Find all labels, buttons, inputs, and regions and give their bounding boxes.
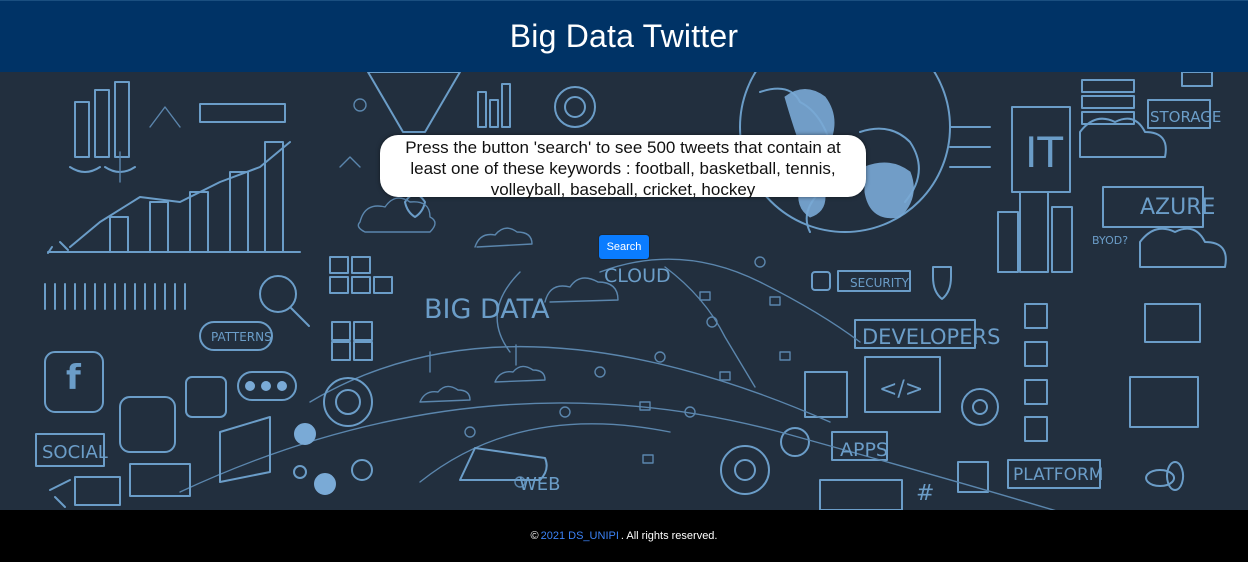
- storage-label: STORAGE: [1150, 108, 1221, 126]
- big-data-label: BIG DATA: [424, 294, 550, 325]
- developers-label: DEVELOPERS: [862, 325, 1000, 349]
- social-label: SOCIAL: [42, 442, 108, 463]
- patterns-label: PATTERNS: [211, 330, 272, 344]
- page-title: Big Data Twitter: [509, 18, 739, 54]
- footer-link-ds-unipi[interactable]: 2021 DS_UNIPI: [541, 530, 619, 542]
- byod-label: BYOD?: [1092, 234, 1128, 247]
- platform-label: PLATFORM: [1013, 465, 1103, 485]
- copyright-symbol: ©: [530, 530, 539, 542]
- footer-rights-text: . All rights reserved.: [620, 530, 718, 542]
- facebook-icon: f: [66, 358, 82, 398]
- instructions-bubble: Press the button 'search' to see 500 twe…: [380, 135, 866, 199]
- search-button[interactable]: Search: [599, 235, 649, 259]
- code-label: </>: [879, 377, 923, 402]
- web-label: WEB: [519, 474, 561, 495]
- security-label: SECURITY: [850, 276, 910, 290]
- instructions-text: Press the button 'search' to see 500 twe…: [405, 138, 841, 199]
- page-header: Big Data Twitter: [0, 0, 1248, 72]
- cloud-label: CLOUD: [604, 265, 671, 287]
- hero-section: STORAGE AZURE IT BYOD? BIG DATA CLOUD SE…: [0, 72, 1248, 510]
- page-footer: © 2021 DS_UNIPI . All rights reserved.: [0, 510, 1248, 562]
- azure-label: AZURE: [1140, 195, 1215, 220]
- apps-label: APPS: [840, 439, 888, 461]
- it-label: IT: [1025, 128, 1063, 177]
- hash-label: #: [916, 481, 934, 506]
